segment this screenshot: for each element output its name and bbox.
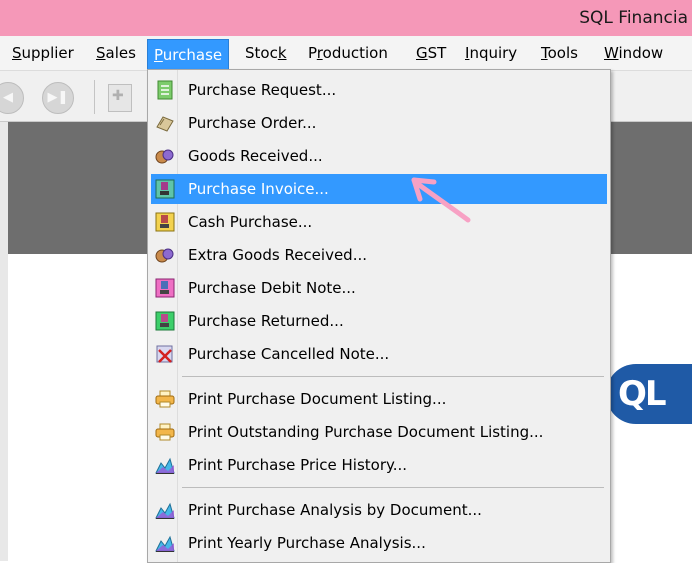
menu-item-purchase-returned[interactable]: Purchase Returned... (151, 306, 607, 336)
nav-back-button[interactable]: ◀ (0, 82, 24, 114)
menu-item-goods-received[interactable]: Goods Received... (151, 141, 607, 171)
menu-sales[interactable]: Sales (90, 36, 142, 70)
purchase-dropdown-menu: Purchase Request... Purchase Order... Go… (147, 69, 611, 563)
menu-item-print-yearly-purchase-analysis[interactable]: Print Yearly Purchase Analysis... (151, 528, 607, 558)
menu-item-print-outstanding-purchase-document-listing[interactable]: Print Outstanding Purchase Document List… (151, 417, 607, 447)
title-bar: SQL Financia (0, 0, 692, 36)
menu-item-purchase-invoice[interactable]: Purchase Invoice... (151, 174, 607, 204)
menu-separator (182, 487, 604, 488)
menu-tools[interactable]: Tools (535, 36, 584, 70)
annotation-arrow-icon (411, 177, 471, 223)
chart-icon (155, 502, 175, 519)
menu-window[interactable]: Window (598, 36, 669, 70)
play-icon: ◀ (3, 90, 13, 105)
menu-gst[interactable]: GST (410, 36, 452, 70)
menu-production[interactable]: Production (302, 36, 394, 70)
purchase-cancelled-note-icon (156, 345, 173, 363)
menu-item-extra-goods-received[interactable]: Extra Goods Received... (151, 240, 607, 270)
menu-inquiry[interactable]: Inquiry (459, 36, 523, 70)
purchase-debit-note-icon (155, 278, 175, 298)
menu-item-cash-purchase[interactable]: Cash Purchase... (151, 207, 607, 237)
chart-icon (155, 535, 175, 552)
menu-item-print-purchase-analysis-by-document[interactable]: Print Purchase Analysis by Document... (151, 495, 607, 525)
extra-goods-received-icon (155, 248, 174, 263)
chart-icon (155, 457, 175, 474)
menu-separator (182, 376, 604, 377)
workspace-edge (0, 122, 8, 561)
printer-icon (155, 423, 175, 441)
menu-item-purchase-debit-note[interactable]: Purchase Debit Note... (151, 273, 607, 303)
menu-item-print-purchase-price-history[interactable]: Print Purchase Price History... (151, 450, 607, 480)
toolbar-separator (94, 80, 95, 114)
menu-supplier[interactable]: Supplier (6, 36, 80, 70)
menu-stock[interactable]: Stock (239, 36, 293, 70)
window-title: SQL Financia (579, 8, 688, 28)
skip-end-icon: ▶❚ (47, 90, 69, 105)
cash-purchase-icon (155, 212, 175, 232)
printer-icon (155, 390, 175, 408)
new-document-icon: ✚ (112, 88, 124, 104)
purchase-request-icon (157, 80, 173, 100)
menu-item-purchase-cancelled-note[interactable]: Purchase Cancelled Note... (151, 339, 607, 369)
goods-received-icon (155, 149, 174, 164)
menu-item-purchase-order[interactable]: Purchase Order... (151, 108, 607, 138)
purchase-returned-icon (155, 311, 175, 331)
menu-bar: Supplier Sales Purchase Stock Production… (0, 36, 692, 71)
menu-item-purchase-request[interactable]: Purchase Request... (151, 75, 607, 105)
sql-logo: QL (606, 364, 692, 424)
nav-last-button[interactable]: ▶❚ (42, 82, 74, 114)
purchase-order-icon (156, 116, 174, 132)
new-document-button[interactable]: ✚ (108, 84, 132, 112)
menu-item-print-purchase-document-listing[interactable]: Print Purchase Document Listing... (151, 384, 607, 414)
logo-text: QL (618, 374, 667, 414)
menu-purchase[interactable]: Purchase (147, 39, 230, 71)
purchase-invoice-icon (155, 179, 175, 199)
